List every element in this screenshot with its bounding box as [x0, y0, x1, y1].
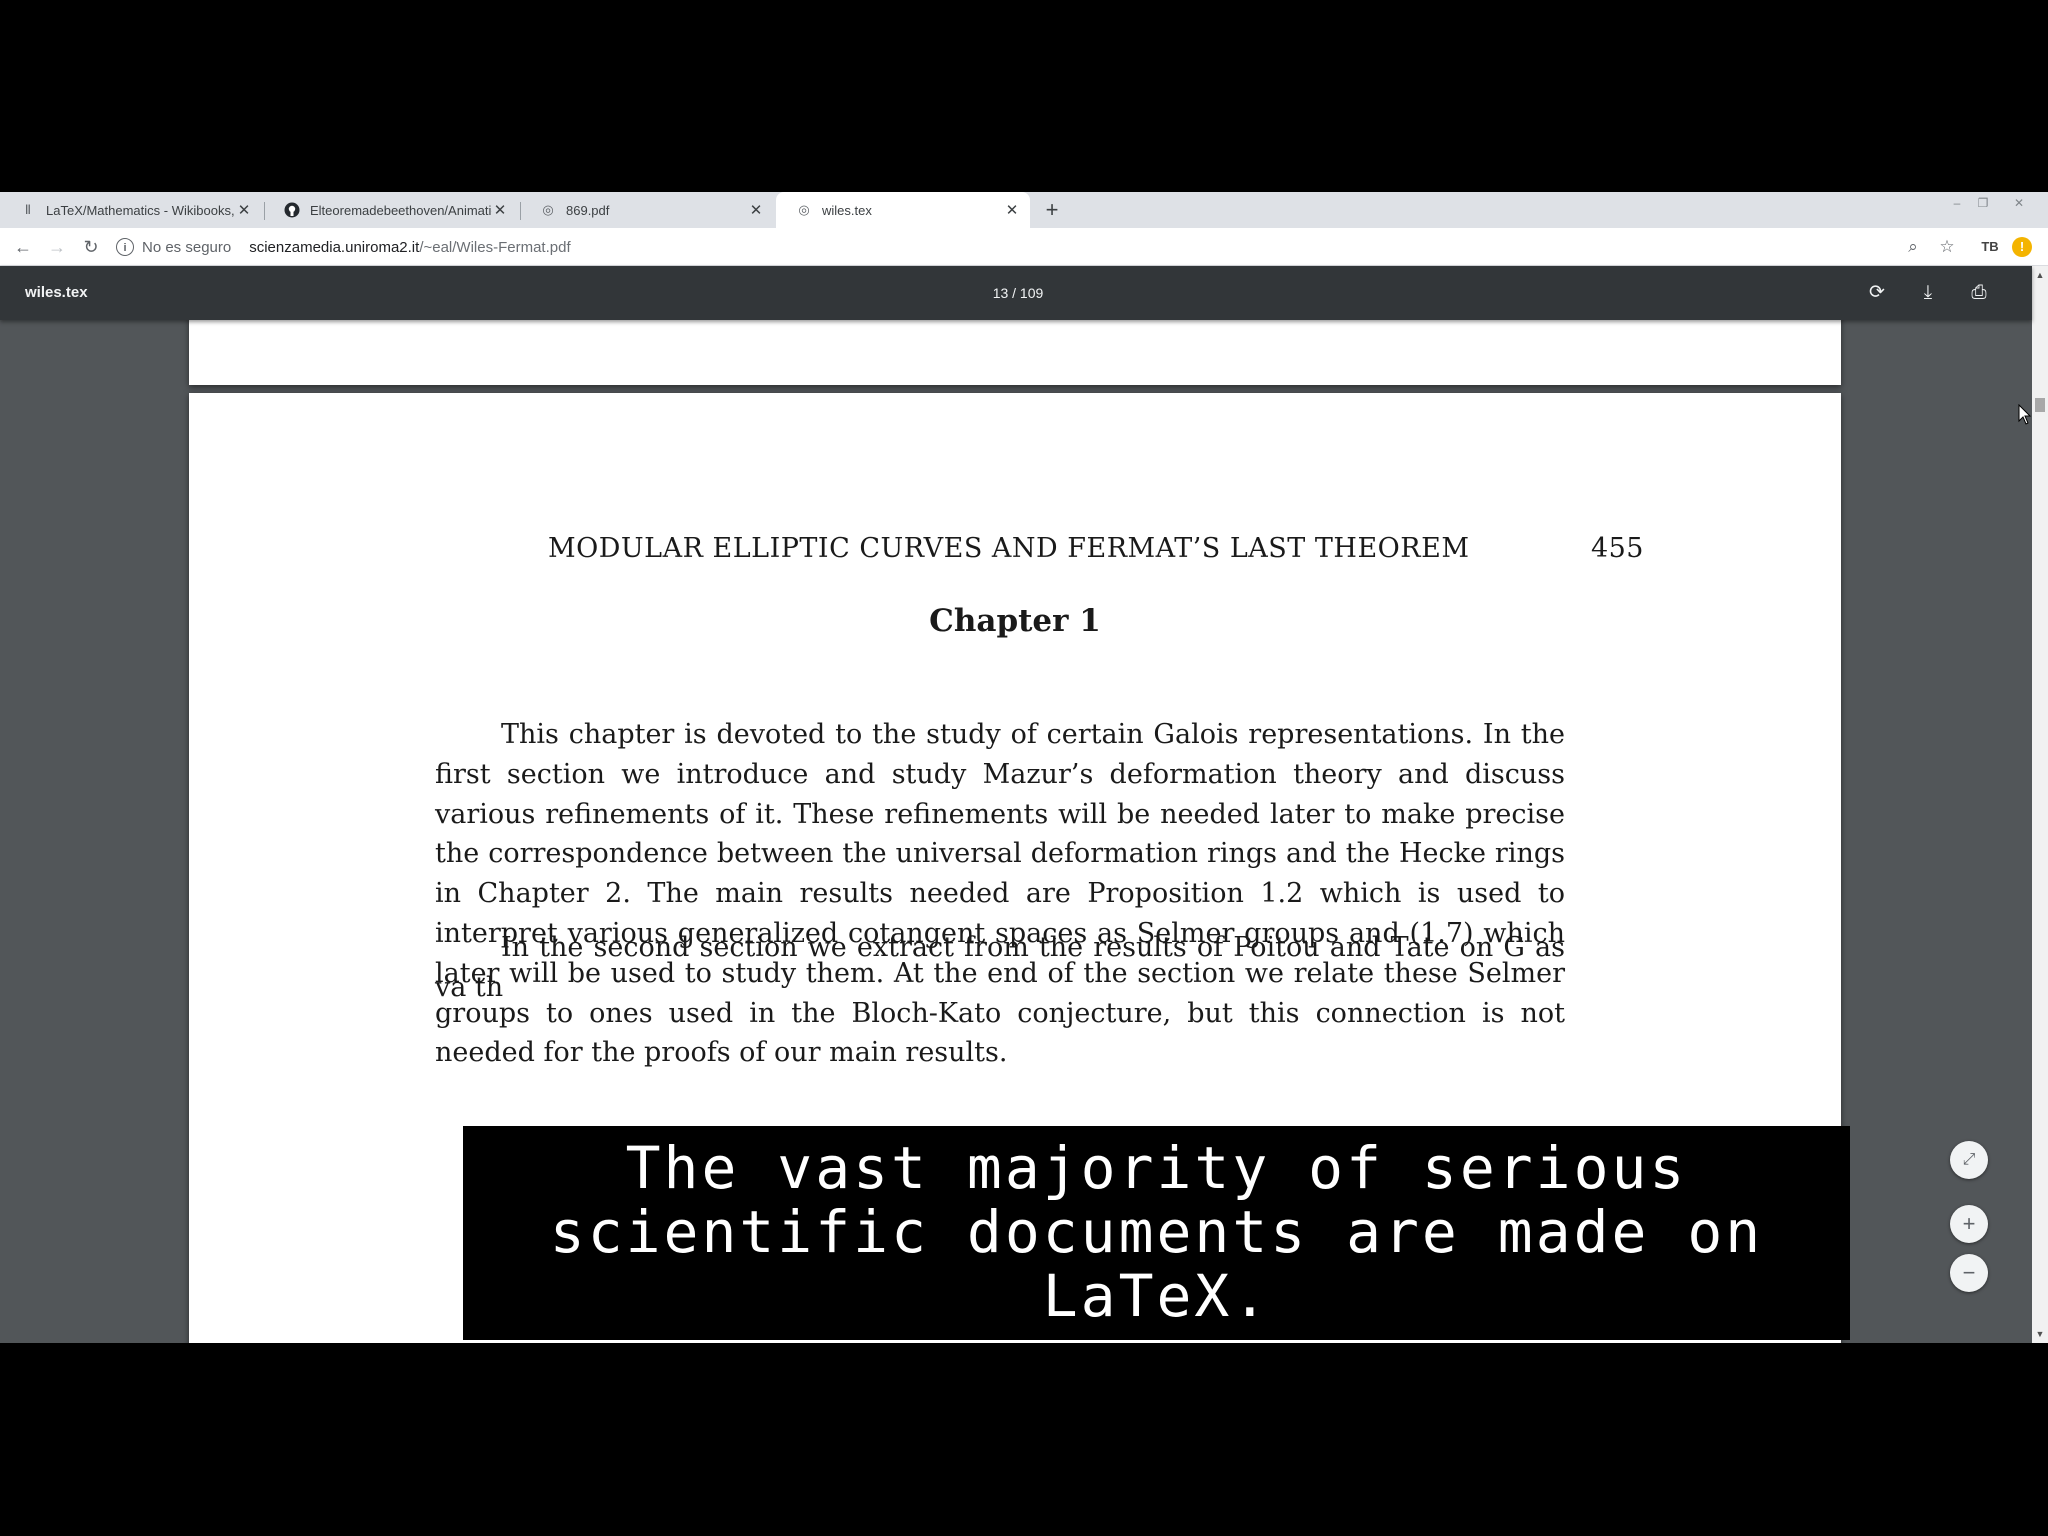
- scrollbar-thumb[interactable]: [2035, 398, 2045, 412]
- tab-github[interactable]: Elteoremadebeethoven/AnimationsWi ✕: [264, 192, 518, 228]
- tab-strip: Ⅱ LaTeX/Mathematics - Wikibooks, op ✕ El…: [0, 192, 2048, 228]
- video-subtitle: The vast majority of serious scientific …: [463, 1126, 1850, 1340]
- new-tab-button[interactable]: +: [1042, 192, 1062, 228]
- zoom-out-button[interactable]: −: [1950, 1254, 1988, 1292]
- url-path: /~eal/Wiles-Fermat.pdf: [419, 238, 571, 256]
- body-paragraph: This chapter is devoted to the study of …: [435, 715, 1565, 1073]
- minimize-button[interactable]: –: [1948, 196, 1966, 210]
- close-icon[interactable]: ✕: [492, 201, 508, 219]
- running-head-title: MODULAR ELLIPTIC CURVES AND FERMAT’S LAS…: [548, 533, 1470, 564]
- extension-tb-icon[interactable]: TB: [1978, 228, 2002, 266]
- zoom-icon[interactable]: ⌕: [1902, 228, 1924, 266]
- paragraph-text: In the second section we extract from th…: [435, 932, 1565, 1003]
- restore-button[interactable]: ❐: [1974, 196, 1992, 210]
- globe-icon: ◎: [542, 202, 554, 217]
- scrollbar[interactable]: ▲ ▼: [2032, 266, 2048, 1343]
- running-head-page-number: 455: [1590, 533, 1644, 564]
- extension-warning-icon[interactable]: !: [2012, 237, 2032, 257]
- close-icon[interactable]: ✕: [1004, 201, 1020, 219]
- rotate-icon[interactable]: ⟳: [1862, 266, 1892, 320]
- star-icon[interactable]: ☆: [1936, 228, 1958, 266]
- mouse-cursor-icon: [2018, 404, 2032, 425]
- body-paragraph: In the second section we extract from th…: [435, 928, 1565, 1008]
- chapter-heading: Chapter 1: [929, 603, 1101, 639]
- scroll-down-arrow-icon[interactable]: ▼: [2032, 1327, 2048, 1341]
- tab-title: LaTeX/Mathematics - Wikibooks, op: [46, 202, 236, 218]
- tab-wikibooks[interactable]: Ⅱ LaTeX/Mathematics - Wikibooks, op ✕: [0, 192, 262, 228]
- download-icon[interactable]: ⤓: [1913, 266, 1943, 320]
- address-bar[interactable]: i No es seguro scienzamedia.uniroma2.it /…: [116, 232, 1916, 262]
- tab-title: Elteoremadebeethoven/AnimationsWi: [310, 202, 492, 218]
- tab-wiles-tex[interactable]: ◎ wiles.tex ✕: [776, 192, 1030, 228]
- info-icon[interactable]: i: [116, 238, 134, 256]
- tab-title: wiles.tex: [822, 202, 872, 218]
- back-button[interactable]: ←: [10, 228, 36, 266]
- scroll-up-arrow-icon[interactable]: ▲: [2032, 268, 2048, 282]
- page-indicator: 13 / 109: [992, 285, 1044, 301]
- close-icon[interactable]: ✕: [748, 201, 764, 219]
- wikibooks-icon: Ⅱ: [24, 202, 32, 217]
- print-icon[interactable]: ⎙: [1964, 266, 1994, 320]
- github-icon: [284, 202, 300, 218]
- close-window-button[interactable]: ✕: [2010, 196, 2028, 210]
- zoom-in-button[interactable]: +: [1950, 1205, 1988, 1243]
- tab-869-pdf[interactable]: ◎ 869.pdf ✕: [520, 192, 774, 228]
- paragraph-text: This chapter is devoted to the study of …: [435, 719, 1565, 1069]
- url-host: scienzamedia.uniroma2.it: [249, 238, 420, 256]
- reload-button[interactable]: ↻: [78, 228, 104, 266]
- browser-toolbar: ← → ↻ i No es seguro scienzamedia.unirom…: [0, 228, 2048, 266]
- forward-button[interactable]: →: [44, 228, 70, 266]
- fit-to-page-button[interactable]: ⤢: [1950, 1141, 1988, 1179]
- pdf-title: wiles.tex: [25, 284, 88, 301]
- globe-icon: ◎: [798, 202, 810, 217]
- security-label: No es seguro: [142, 238, 232, 256]
- close-icon[interactable]: ✕: [236, 201, 252, 219]
- pdf-toolbar: wiles.tex 13 / 109 ⟳ ⤓ ⎙: [0, 266, 2032, 320]
- previous-page: [189, 320, 1841, 385]
- tab-title: 869.pdf: [566, 202, 610, 218]
